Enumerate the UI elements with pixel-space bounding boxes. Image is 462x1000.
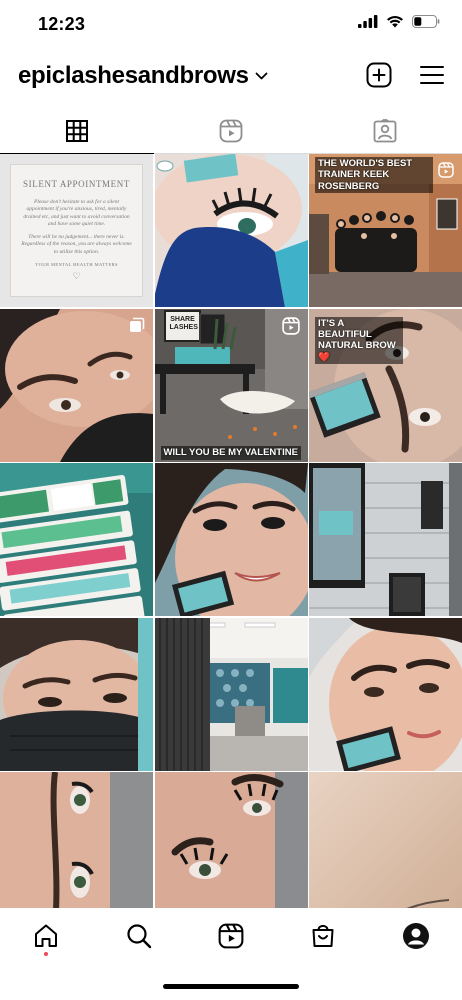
post-image [0, 463, 153, 616]
post-natural-brow[interactable]: IT'S A BEAUTIFUL NATURAL BROW ❤️ [309, 308, 462, 462]
silent-appointment-card: SILENT APPOINTMENT Please don't hesitate… [10, 164, 143, 297]
bottom-nav [0, 908, 462, 964]
profile-header: epiclashesandbrows [0, 56, 462, 102]
grid-icon [66, 119, 88, 142]
reel-badge-icon [438, 162, 454, 178]
post-lash-trays[interactable] [0, 463, 153, 616]
posts-grid: SILENT APPOINTMENT Please don't hesitate… [0, 154, 462, 925]
create-post-icon[interactable] [366, 62, 392, 88]
reels-icon [219, 119, 243, 142]
post-caption: IT'S A BEAUTIFUL NATURAL BROW ❤️ [315, 316, 403, 365]
post-brow-lash-closeup[interactable] [154, 772, 308, 925]
nav-shop[interactable] [299, 912, 347, 960]
post-lash-client-smile[interactable] [154, 463, 308, 616]
chevron-down-icon [255, 72, 268, 79]
battery-icon [412, 15, 440, 28]
nav-search[interactable] [115, 912, 163, 960]
tagged-icon [373, 118, 397, 142]
username: epiclashesandbrows [18, 62, 249, 89]
post-lash-macro[interactable] [309, 772, 462, 925]
profile-tabs [0, 108, 462, 154]
post-image [154, 463, 308, 616]
home-icon [35, 924, 58, 947]
search-icon [126, 924, 151, 949]
header-actions [366, 62, 444, 88]
account-switcher[interactable]: epiclashesandbrows [18, 62, 268, 90]
post-image [309, 463, 462, 616]
wifi-icon [387, 16, 403, 28]
status-time: 12:23 [38, 14, 86, 34]
notification-dot [44, 952, 49, 956]
post-caption: THE WORLD'S BEST TRAINER KEEK ROSENBERG [315, 157, 433, 194]
reels-icon [218, 923, 244, 949]
heart-doodle-icon: ♡ [72, 270, 81, 281]
post-lash-closeup-mask[interactable] [154, 154, 308, 307]
menu-icon[interactable] [420, 65, 444, 85]
silent-appointment-title: SILENT APPOINTMENT [23, 179, 130, 189]
post-image [309, 617, 462, 771]
post-image [0, 772, 153, 925]
profile-icon [402, 923, 429, 949]
silent-appointment-body-2: There will be no judgement... there neve… [21, 233, 132, 255]
reel-badge-icon [281, 316, 300, 335]
shop-icon [312, 924, 334, 947]
post-brow-closeup[interactable] [0, 308, 153, 462]
home-indicator [163, 984, 299, 989]
post-studio-valentine[interactable]: SHARE LASHES WILL YOU BE MY VALENTINE [154, 308, 308, 462]
nav-profile[interactable] [392, 912, 440, 960]
cellular-signal-icon [358, 15, 378, 28]
post-studio-interior[interactable] [154, 617, 308, 771]
post-brow-client-card[interactable] [309, 617, 462, 771]
tab-tagged[interactable] [308, 108, 462, 153]
status-bar: 12:23 [0, 0, 462, 50]
tab-reels[interactable] [154, 108, 308, 153]
post-group-photo[interactable]: THE WORLD'S BEST TRAINER KEEK ROSENBERG [309, 154, 462, 307]
nav-reels[interactable] [207, 912, 255, 960]
post-client-black-mask[interactable] [0, 617, 153, 771]
post-studio-wall[interactable] [309, 463, 462, 616]
post-image [154, 617, 308, 771]
post-lash-closeup-2[interactable] [0, 772, 153, 925]
post-silent-appointment[interactable]: SILENT APPOINTMENT Please don't hesitate… [0, 154, 153, 307]
nav-home[interactable] [22, 912, 70, 960]
studio-sign-text: SHARE LASHES [169, 315, 198, 331]
status-icons [358, 15, 440, 28]
post-image [0, 617, 153, 771]
silent-appointment-footer: YOUR MENTAL HEALTH MATTERS [35, 261, 118, 267]
post-image [154, 154, 308, 307]
tab-grid[interactable] [0, 108, 154, 154]
carousel-badge-icon [130, 317, 145, 332]
post-image [309, 772, 462, 925]
post-image [154, 772, 308, 925]
silent-appointment-body: Please don't hesitate to ask for a silen… [23, 199, 130, 228]
post-caption: WILL YOU BE MY VALENTINE [160, 446, 301, 460]
